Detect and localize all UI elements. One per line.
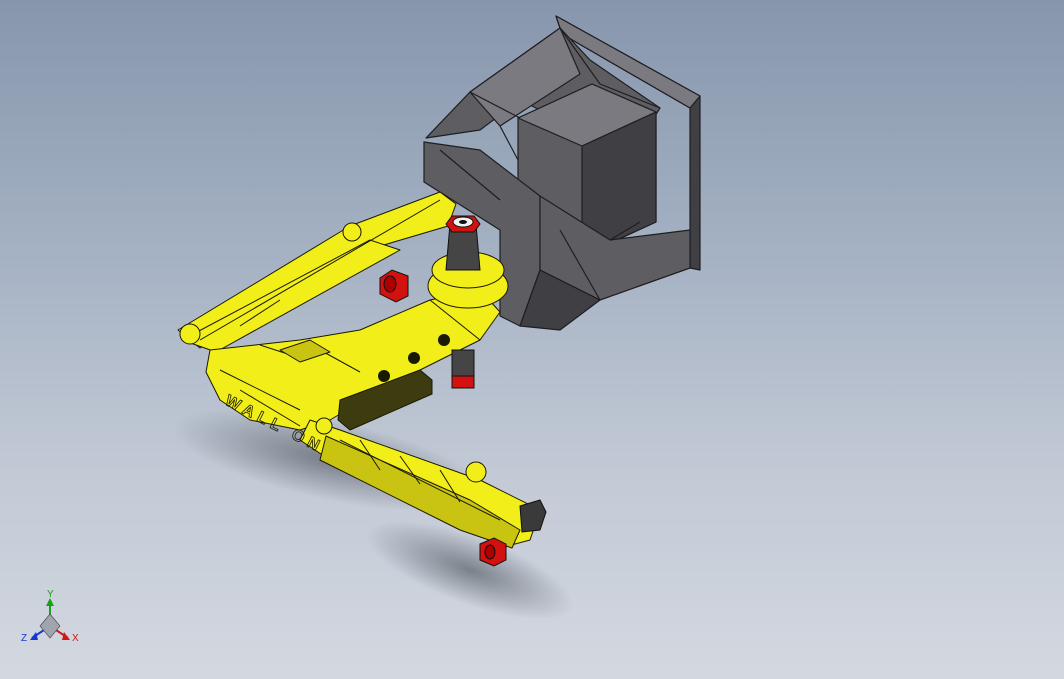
triad-z-label: Z <box>21 633 27 644</box>
triad-x-label: X <box>72 633 79 644</box>
triad-y-label: Y <box>47 589 54 600</box>
coordinate-triad: Y X Z <box>21 589 79 644</box>
fastener-left[interactable] <box>379 269 409 303</box>
3d-viewport[interactable]: WALL ON Y X Z <box>0 0 1064 679</box>
